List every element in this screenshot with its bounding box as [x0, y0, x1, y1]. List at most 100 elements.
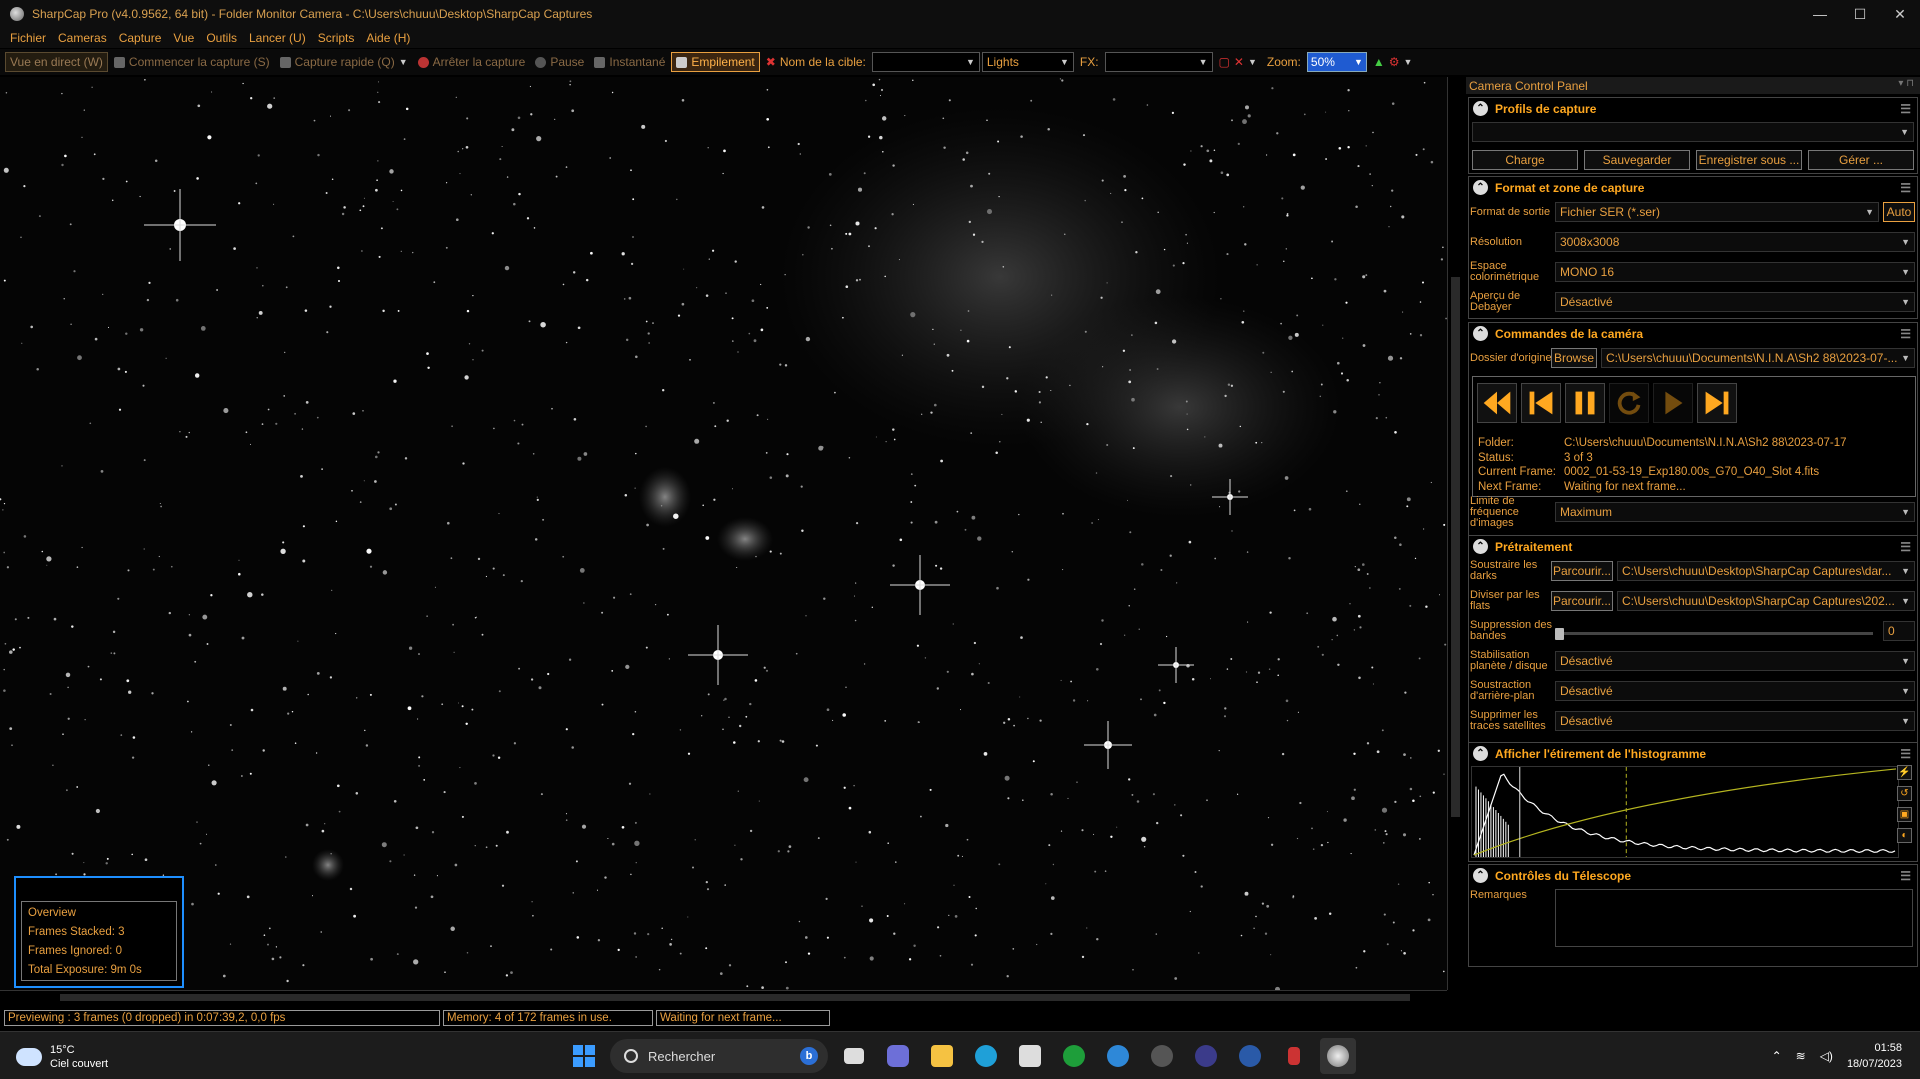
pause-player-button[interactable]	[1565, 383, 1605, 423]
target-name-combo[interactable]: ▼	[871, 52, 980, 72]
menu-scripts[interactable]: Scripts	[312, 31, 361, 45]
stellarium-button[interactable]	[1188, 1038, 1224, 1074]
rewind-button[interactable]	[1477, 383, 1517, 423]
last-frame-button[interactable]	[1697, 383, 1737, 423]
repeat-button[interactable]	[1609, 383, 1649, 423]
app-blue-button[interactable]	[1100, 1038, 1136, 1074]
auto-stretch-icon[interactable]: ⚡	[1897, 765, 1912, 780]
section-header[interactable]: ⌃ Commandes de la caméra ☰	[1469, 323, 1917, 344]
pause-button[interactable]: Pause	[531, 53, 588, 71]
store-button[interactable]	[1012, 1038, 1048, 1074]
preview-horizontal-scrollbar[interactable]	[0, 990, 1447, 1004]
collapse-icon[interactable]: ⌃	[1473, 101, 1488, 116]
section-header[interactable]: ⌃ Profils de capture ☰	[1469, 98, 1917, 119]
nina-button[interactable]	[1232, 1038, 1268, 1074]
color-space-select[interactable]: MONO 16 ▼	[1555, 262, 1915, 282]
extra-tools[interactable]: ▲ ⚙ ▼	[1369, 53, 1417, 71]
reticle-tools[interactable]: ▢ ✕ ▼	[1215, 53, 1261, 71]
task-view-button[interactable]	[836, 1038, 872, 1074]
banding-value-input[interactable]: 0	[1883, 621, 1915, 641]
sharpcap-taskbar-button[interactable]	[1320, 1038, 1356, 1074]
menu-icon[interactable]: ☰	[1900, 869, 1911, 883]
stop-capture-button[interactable]: Arrêter la capture	[414, 53, 530, 71]
snapshot-button[interactable]: Instantané	[590, 53, 669, 71]
satellite-select[interactable]: Désactivé ▼	[1555, 711, 1915, 731]
contrast-icon[interactable]: ◐	[1897, 828, 1912, 843]
frame-type-combo[interactable]: Lights ▼	[981, 52, 1074, 72]
play-button[interactable]	[1653, 383, 1693, 423]
output-format-select[interactable]: Fichier SER (*.ser) ▼	[1555, 202, 1879, 222]
pin-icon[interactable]: ▾ ⊓	[1898, 78, 1914, 89]
menu-icon[interactable]: ☰	[1900, 747, 1911, 761]
clock[interactable]: 01:58 18/07/2023	[1847, 1040, 1902, 1072]
minimize-button[interactable]: —	[1800, 0, 1840, 28]
remarks-textarea[interactable]	[1555, 889, 1913, 947]
close-button[interactable]: ✕	[1880, 0, 1920, 28]
menu-tools[interactable]: Outils	[200, 31, 243, 45]
menu-icon[interactable]: ☰	[1900, 102, 1911, 116]
slider-knob[interactable]	[1555, 628, 1564, 640]
maximize-button[interactable]: ☐	[1840, 0, 1880, 28]
live-view-button[interactable]: Vue en direct (W)	[5, 52, 108, 72]
chevron-down-icon[interactable]: ▼	[399, 57, 408, 67]
save-stretch-icon[interactable]: ▣	[1897, 807, 1912, 822]
weather-widget[interactable]: 15°C Ciel couvert	[16, 1043, 108, 1071]
menu-icon[interactable]: ☰	[1900, 327, 1911, 341]
resolution-select[interactable]: 3008x3008 ▼	[1555, 232, 1915, 252]
menu-help[interactable]: Aide (H)	[360, 31, 416, 45]
profile-select[interactable]: ▼	[1472, 122, 1914, 142]
flats-select[interactable]: C:\Users\chuuu\Desktop\SharpCap Captures…	[1617, 591, 1915, 611]
collapse-icon[interactable]: ⌃	[1473, 868, 1488, 883]
menu-view[interactable]: Vue	[167, 31, 200, 45]
save-profile-button[interactable]: Sauvegarder	[1584, 150, 1690, 170]
section-header[interactable]: ⌃ Contrôles du Télescope ☰	[1469, 865, 1917, 886]
stabilization-select[interactable]: Désactivé ▼	[1555, 651, 1915, 671]
preview-vertical-scrollbar[interactable]	[1447, 77, 1463, 990]
browse-flats-button[interactable]: Parcourir...	[1551, 591, 1613, 611]
volume-icon[interactable]: ◁)	[1820, 1049, 1833, 1063]
load-profile-button[interactable]: Charge	[1472, 150, 1578, 170]
app-dark-button[interactable]	[1144, 1038, 1180, 1074]
menu-cameras[interactable]: Cameras	[52, 31, 113, 45]
scroll-thumb[interactable]	[60, 994, 1410, 1001]
browse-folder-button[interactable]: Browse	[1551, 348, 1597, 368]
teams-button[interactable]	[880, 1038, 916, 1074]
reset-stretch-icon[interactable]: ↺	[1897, 786, 1912, 801]
start-button[interactable]	[566, 1038, 602, 1074]
collapse-icon[interactable]: ⌃	[1473, 539, 1488, 554]
first-frame-button[interactable]	[1521, 383, 1561, 423]
frame-rate-select[interactable]: Maximum ▼	[1555, 502, 1915, 522]
edge-button[interactable]	[968, 1038, 1004, 1074]
image-preview[interactable]	[0, 77, 1447, 990]
darks-select[interactable]: C:\Users\chuuu\Desktop\SharpCap Captures…	[1617, 561, 1915, 581]
histogram-chart[interactable]	[1471, 766, 1899, 858]
app-green-button[interactable]	[1056, 1038, 1092, 1074]
menu-icon[interactable]: ☰	[1900, 540, 1911, 554]
collapse-icon[interactable]: ⌃	[1473, 326, 1488, 341]
stacking-button[interactable]: Empilement	[671, 52, 760, 72]
banding-slider[interactable]	[1555, 628, 1873, 642]
taskbar-search[interactable]: Rechercher b	[610, 1039, 828, 1073]
menu-file[interactable]: Fichier	[4, 31, 52, 45]
explorer-button[interactable]	[924, 1038, 960, 1074]
fx-combo[interactable]: ▼	[1104, 52, 1213, 72]
section-header[interactable]: ⌃ Format et zone de capture ☰	[1469, 177, 1917, 198]
debayer-select[interactable]: Désactivé ▼	[1555, 292, 1915, 312]
auto-format-button[interactable]: Auto	[1883, 202, 1915, 222]
save-as-profile-button[interactable]: Enregistrer sous ...	[1696, 150, 1802, 170]
chevron-up-icon[interactable]: ⌃	[1772, 1049, 1782, 1063]
browse-darks-button[interactable]: Parcourir...	[1551, 561, 1613, 581]
section-header[interactable]: ⌃ Prétraitement ☰	[1469, 536, 1917, 557]
app-red-button[interactable]	[1276, 1038, 1312, 1074]
section-header[interactable]: ⌃ Afficher l'étirement de l'histogramme ☰	[1469, 743, 1917, 764]
start-capture-button[interactable]: Commencer la capture (S)	[110, 53, 274, 71]
wifi-icon[interactable]: ≋	[1796, 1049, 1806, 1063]
background-select[interactable]: Désactivé ▼	[1555, 681, 1915, 701]
zoom-combo[interactable]: 50% ▼	[1306, 52, 1367, 72]
manage-profiles-button[interactable]: Gérer ...	[1808, 150, 1914, 170]
quick-capture-button[interactable]: Capture rapide (Q) ▼	[276, 53, 412, 71]
scroll-thumb[interactable]	[1451, 277, 1460, 817]
menu-capture[interactable]: Capture	[113, 31, 168, 45]
source-folder-select[interactable]: C:\Users\chuuu\Documents\N.I.N.A\Sh2 88\…	[1601, 348, 1915, 368]
menu-icon[interactable]: ☰	[1900, 181, 1911, 195]
